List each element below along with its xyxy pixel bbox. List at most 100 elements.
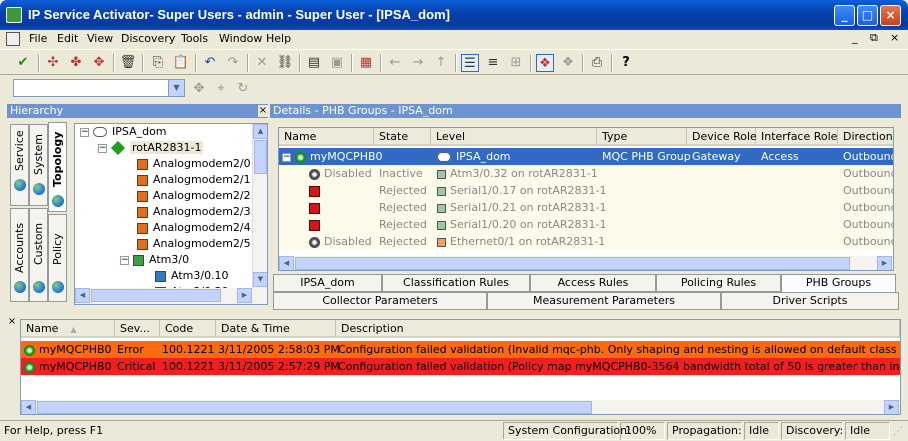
table-row[interactable]: Disabled Inactive Atm3/0.32 on rotAR2831… [279,165,893,182]
tree-node[interactable]: Analogmodem2/5 [137,236,251,252]
tree-node[interactable]: Analogmodem2/3 [137,204,251,220]
menu-tools[interactable]: Tools [181,32,208,45]
delete-icon[interactable]: 🗑 [119,54,137,72]
network-icon[interactable]: ✤ [67,54,85,72]
scroll-thumb[interactable] [254,140,267,174]
domain-combo[interactable]: ▼ [13,79,185,97]
tab-accounts[interactable]: Accounts [10,208,29,302]
column-header-type[interactable]: Type [597,128,687,146]
tree-node[interactable]: Atm3/0.10 [155,268,229,284]
hierarchy-close-icon[interactable]: × [258,105,268,117]
column-header-direction[interactable]: Direction [838,128,893,146]
log-close-icon[interactable]: × [7,316,17,328]
topology-tree[interactable]: − IPSA_dom − rotAR2831-1 Analogmodem2/0 An… [74,123,268,305]
resize-grip-icon[interactable]: ⋰ [893,426,905,438]
column-header-state[interactable]: State [374,128,431,146]
tree-node[interactable]: − IPSA_dom [80,124,167,140]
paste-icon[interactable]: 📋 [172,54,190,72]
log-row-error[interactable]: myMQCPHB0 Error 100.1221 3/11/2005 2:58:… [21,341,900,358]
tab-service[interactable]: Service [10,124,29,206]
column-header-level[interactable]: Level [431,128,597,146]
scroll-right-icon[interactable]: ▶ [877,256,892,270]
copy-icon[interactable]: ⎘ [149,54,167,72]
collapse-icon[interactable]: − [98,143,107,153]
minimize-button[interactable]: _ [834,5,855,26]
help-icon[interactable]: ? [617,54,635,72]
phb-groups-grid[interactable]: Name State Level Type Device Role Interf… [278,127,894,271]
mdi-minimize-button[interactable]: _ [852,31,858,44]
menu-edit[interactable]: Edit [57,32,78,45]
tab-policing-rules[interactable]: Policing Rules [656,274,781,292]
undo-icon[interactable]: ↶ [201,54,219,72]
tree-node[interactable]: − rotAR2831-1 [98,140,204,156]
select-icon[interactable]: ⌖ [212,80,230,98]
refresh-icon[interactable]: ↻ [234,80,252,98]
column-header-device-role[interactable]: Device Role [687,128,757,146]
maximize-button[interactable]: □ [857,5,878,26]
menu-file[interactable]: File [29,32,47,45]
log-header-code[interactable]: Code [160,320,216,338]
list-view-icon[interactable]: ≡ [484,54,502,72]
tree-horizontal-scrollbar[interactable]: ◀ ▶ [75,288,267,304]
column-header-name[interactable]: Name [279,128,374,146]
table-row[interactable]: Rejected Serial1/0.20 on rotAR2831-1 Out… [279,216,893,233]
column-header-interface-role[interactable]: Interface Role [756,128,838,146]
tree-node[interactable]: Analogmodem2/4 [137,220,251,236]
tree-node[interactable]: Analogmodem2/2 [137,188,251,204]
log-horizontal-scrollbar[interactable]: ◀ ▶ [21,400,900,414]
window-icon[interactable]: ▣ [328,54,346,72]
grid-icon[interactable]: ▦ [357,54,375,72]
tree-node[interactable]: − Atm3/0 [120,252,189,268]
table-row[interactable]: Disabled Rejected Ethernet0/1 on rotAR28… [279,233,893,250]
scroll-thumb[interactable] [37,401,592,414]
mdi-close-button[interactable]: × [890,31,899,44]
chevron-down-icon[interactable]: ▼ [168,80,184,96]
table-row[interactable]: Rejected Serial1/0.17 on rotAR2831-1 Out… [279,182,893,199]
policy-alt-icon[interactable]: ❖ [559,54,577,72]
collapse-icon[interactable]: − [120,255,129,265]
tab-measurement-parameters[interactable]: Measurement Parameters [487,292,721,310]
map-view-icon[interactable]: ⊞ [507,54,525,72]
collapse-icon[interactable]: − [80,127,89,137]
collapse-icon[interactable]: − [282,152,291,162]
details-view-icon[interactable]: ☰ [461,54,479,72]
scroll-up-icon[interactable]: ▲ [253,124,267,139]
log-header-severity[interactable]: Sev... [115,320,160,338]
tab-collector-parameters[interactable]: Collector Parameters [273,292,487,310]
close-button[interactable]: × [880,5,901,26]
table-row[interactable]: Rejected Serial1/0.21 on rotAR2831-1 Out… [279,199,893,216]
tab-system[interactable]: System [29,124,48,206]
table-row[interactable]: − myMQCPHB0 IPSA_dom MQC PHB Group Gatewa… [279,148,893,165]
menu-view[interactable]: View [87,32,113,45]
tree-vertical-scrollbar[interactable]: ▲ ▼ [252,124,267,288]
menu-discovery[interactable]: Discovery [121,32,175,45]
cut-icon[interactable]: ✕ [253,54,271,72]
tab-classification-rules[interactable]: Classification Rules [382,274,530,292]
tab-ipsa-dom[interactable]: IPSA_dom [273,274,382,292]
log-header-name[interactable]: Name ▲ [21,320,115,338]
scroll-left-icon[interactable]: ◀ [21,400,36,414]
tab-phb-groups[interactable]: PHB Groups [781,274,896,294]
tab-access-rules[interactable]: Access Rules [530,274,656,292]
tree-node[interactable]: Analogmodem2/0 [137,156,251,172]
menu-help[interactable]: Help [266,32,291,45]
log-header-description[interactable]: Description [336,320,900,338]
topology-icon[interactable]: ✣ [44,54,62,72]
scroll-right-icon[interactable]: ▶ [884,400,899,414]
document-icon[interactable] [6,32,20,46]
print-icon[interactable]: ⎙ [588,54,606,72]
back-arrow-icon[interactable]: ← [386,54,404,72]
menu-window[interactable]: Window [219,32,262,45]
log-row-critical[interactable]: myMQCPHB0 Critical 100.1221 3/11/2005 2:… [21,358,900,375]
commit-icon[interactable]: ✔ [14,54,32,72]
properties-icon[interactable]: ▤ [305,54,323,72]
scroll-left-icon[interactable]: ◀ [279,256,294,270]
forward-arrow-icon[interactable]: → [409,54,427,72]
policy-icon[interactable]: ❖ [536,54,554,72]
up-arrow-icon[interactable]: ↑ [432,54,450,72]
discover-icon[interactable]: ✥ [90,54,108,72]
redo-icon[interactable]: ↷ [224,54,242,72]
tab-policy[interactable]: Policy [48,214,67,302]
scroll-left-icon[interactable]: ◀ [75,288,90,303]
move-icon[interactable]: ✥ [190,80,208,98]
